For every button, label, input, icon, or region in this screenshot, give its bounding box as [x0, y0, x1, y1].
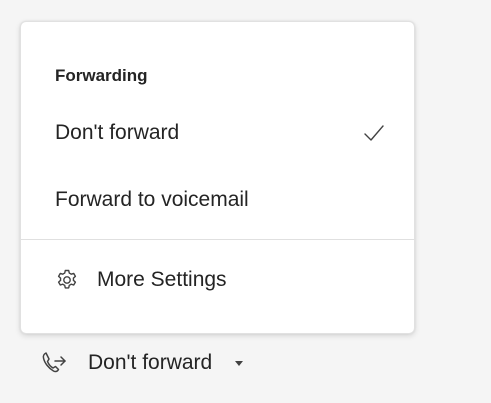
menu-item-more-settings[interactable]: More Settings	[21, 254, 414, 306]
caret-down-icon	[235, 361, 244, 366]
forwarding-dropdown-button[interactable]: Don't forward	[40, 340, 244, 386]
menu-item-label: More Settings	[97, 268, 227, 291]
checkmark-icon	[364, 125, 384, 141]
menu-item-label: Don't forward	[55, 121, 180, 144]
menu-item-label: Forward to voicemail	[55, 188, 249, 211]
forwarding-status-label: Don't forward	[88, 351, 213, 374]
gear-icon	[57, 269, 77, 289]
menu-divider	[21, 239, 414, 240]
forwarding-menu: Forwarding Don't forward Forward to voic…	[20, 21, 415, 334]
call-forward-icon	[42, 352, 66, 373]
menu-item-forward-to-voicemail[interactable]: Forward to voicemail	[21, 174, 414, 226]
menu-header: Forwarding	[55, 66, 148, 85]
menu-item-dont-forward[interactable]: Don't forward	[21, 107, 414, 159]
